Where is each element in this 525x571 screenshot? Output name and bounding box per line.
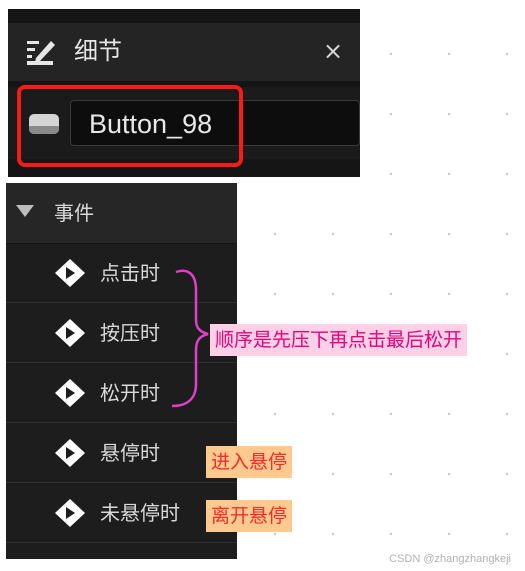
event-row-on-hovered[interactable]: 悬停时 — [6, 423, 237, 483]
hover-annotation: 进入悬停 — [206, 446, 293, 478]
event-diamond-icon — [55, 379, 85, 407]
details-header: 细节 × — [8, 23, 360, 81]
event-diamond-icon — [55, 319, 85, 347]
edit-details-icon — [27, 41, 55, 65]
collapse-arrow-icon[interactable] — [16, 205, 34, 217]
event-diamond-icon — [55, 499, 85, 527]
event-label: 未悬停时 — [100, 501, 180, 525]
events-section-header[interactable]: 事件 — [6, 183, 237, 244]
event-row-on-unhovered[interactable]: 未悬停时 — [6, 483, 237, 543]
event-diamond-icon — [55, 259, 85, 287]
details-title: 细节 — [74, 37, 122, 65]
event-label: 点击时 — [100, 261, 160, 285]
events-section-title: 事件 — [54, 201, 94, 225]
unhover-annotation: 离开悬停 — [206, 500, 293, 532]
event-label: 悬停时 — [100, 441, 160, 465]
event-label: 松开时 — [100, 381, 160, 405]
watermark: CSDN @zhangzhangkeji — [389, 553, 511, 565]
order-bracket — [171, 269, 209, 408]
close-button[interactable]: × — [321, 36, 345, 66]
event-label: 按压时 — [100, 321, 160, 345]
highlight-box — [17, 85, 243, 167]
order-annotation: 顺序是先压下再点击最后松开 — [210, 324, 468, 356]
event-diamond-icon — [55, 439, 85, 467]
